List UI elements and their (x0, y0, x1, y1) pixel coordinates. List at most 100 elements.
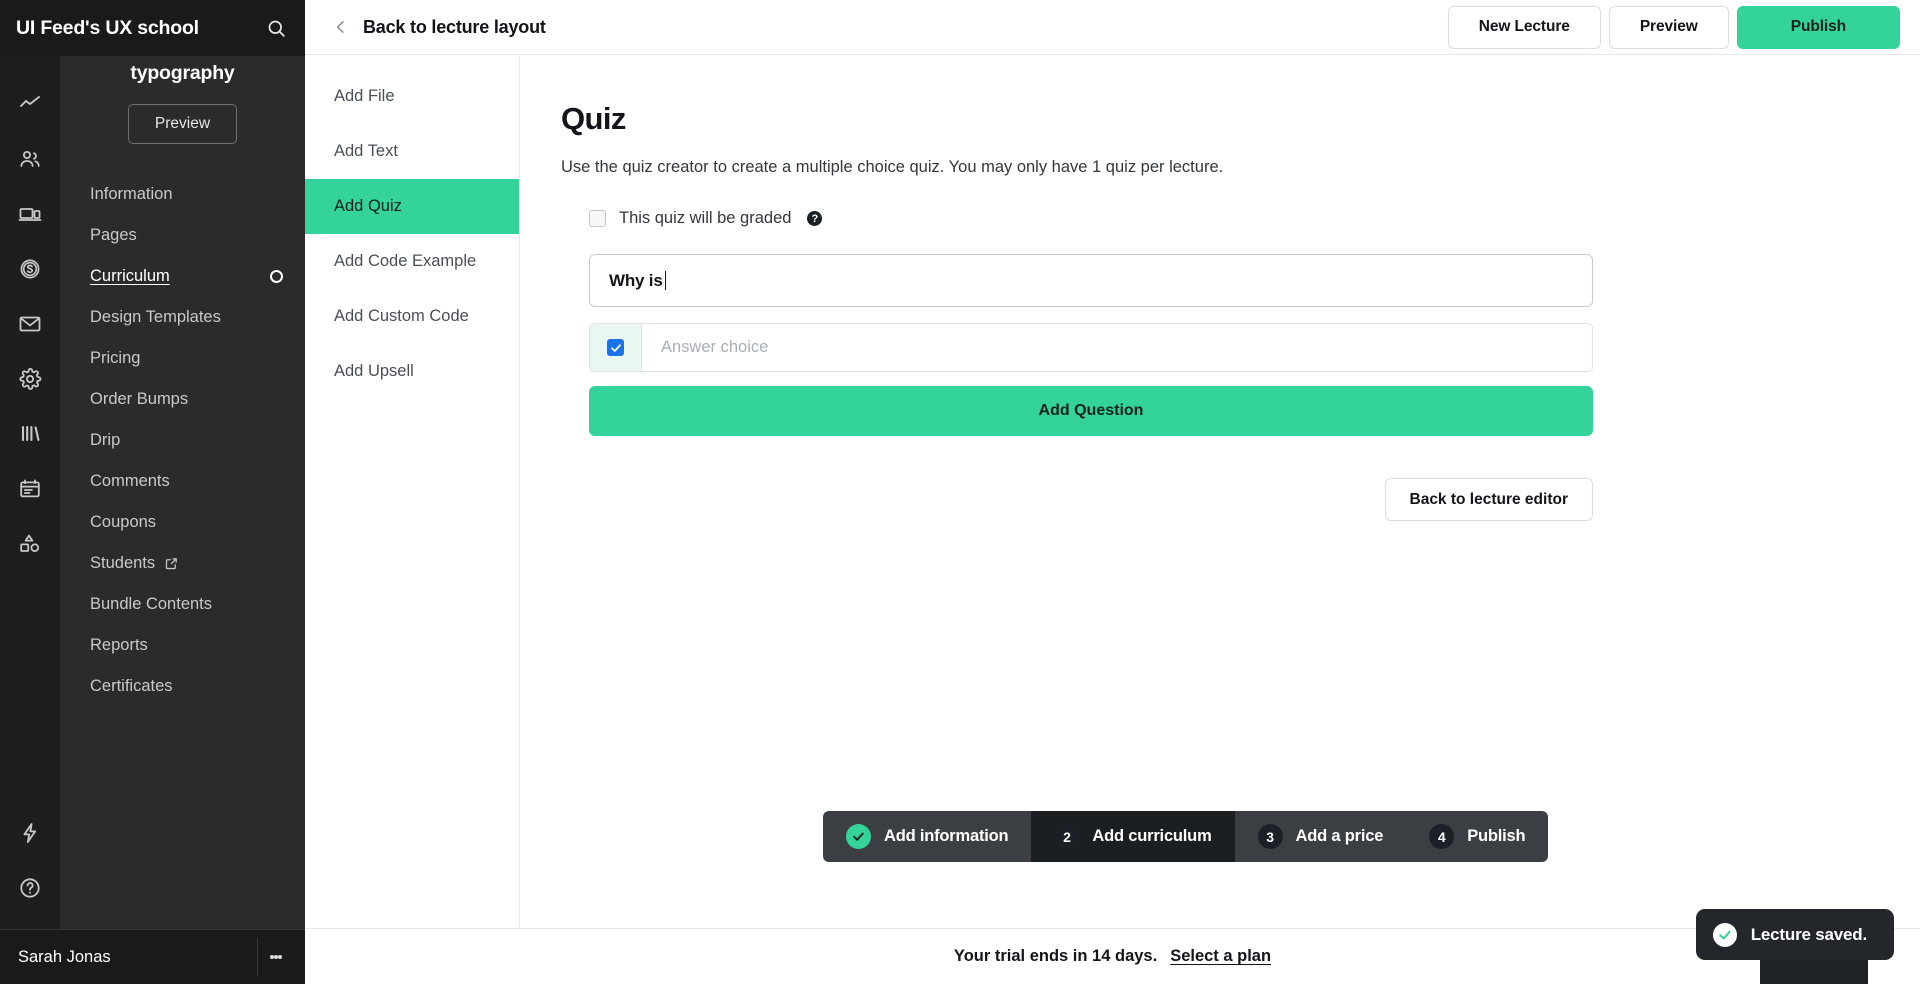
search-icon[interactable] (266, 18, 287, 39)
back-editor-wrap: Back to lecture editor (561, 478, 1593, 521)
back-to-lecture-editor-button[interactable]: Back to lecture editor (1384, 478, 1593, 521)
add-file-item[interactable]: Add File (305, 69, 519, 124)
lightning-icon[interactable] (0, 805, 60, 860)
library-icon[interactable] (0, 406, 60, 461)
sidebar-item-design-templates[interactable]: Design Templates (60, 297, 305, 338)
answer-correct-cell[interactable] (590, 324, 642, 371)
graded-checkbox[interactable] (589, 210, 606, 227)
sidebar-item-pages[interactable]: Pages (60, 215, 305, 256)
sidebar-item-label: Students (90, 553, 156, 572)
shapes-icon[interactable] (0, 516, 60, 571)
add-text-item[interactable]: Add Text (305, 124, 519, 179)
course-preview-button[interactable]: Preview (127, 103, 238, 144)
add-question-button[interactable]: Add Question (589, 386, 1593, 436)
rail-icon-list (0, 68, 60, 571)
step-add-information[interactable]: Add information (823, 811, 1031, 862)
sidebar-item-label: Coupons (90, 512, 157, 531)
main-content: Back to lecture layout New Lecture Previ… (305, 0, 1920, 984)
analytics-icon[interactable] (0, 76, 60, 131)
step-label: Add a price (1295, 827, 1384, 845)
sidebar-item-drip[interactable]: Drip (60, 420, 305, 461)
sidebar-item-label: Design Templates (90, 307, 221, 326)
course-nav: Information Pages Curriculum Design Temp… (60, 174, 305, 707)
back-link-label: Back to lecture layout (363, 16, 546, 37)
help-circle-icon[interactable] (0, 860, 60, 915)
sidebar-item-reports[interactable]: Reports (60, 625, 305, 666)
sidebar-item-curriculum[interactable]: Curriculum (60, 256, 305, 297)
question-input[interactable]: Why is (589, 254, 1593, 307)
course-setup-stepper: Add information 2 Add curriculum 3 Add a… (823, 811, 1549, 862)
trial-text: Your trial ends in 14 days. (953, 947, 1158, 965)
check-circle-icon (1712, 922, 1737, 947)
graded-row: This quiz will be graded ? (561, 209, 1864, 228)
publish-button[interactable]: Publish (1736, 5, 1900, 49)
step-label: Add information (884, 827, 1009, 845)
sidebar-item-label: Pricing (90, 348, 141, 367)
sidebar-item-students[interactable]: Students (60, 543, 305, 584)
calendar-icon[interactable] (0, 461, 60, 516)
kebab-menu-icon[interactable] (257, 938, 293, 976)
text-cursor (664, 271, 667, 290)
step-number: 3 (1257, 824, 1283, 849)
answer-choice-input[interactable] (642, 324, 1592, 371)
brand-bar: UI Feed's UX school (0, 0, 305, 56)
external-link-icon (164, 556, 179, 571)
check-icon (846, 824, 871, 849)
step-publish[interactable]: 4 Publish (1406, 811, 1548, 862)
devices-icon[interactable] (0, 186, 60, 241)
add-custom-code-item[interactable]: Add Custom Code (305, 289, 519, 344)
icon-rail (0, 0, 60, 984)
add-content-panel: Add File Add Text Add Quiz Add Code Exam… (305, 55, 520, 984)
loading-ring-icon (270, 269, 283, 283)
editor-topbar: Back to lecture layout New Lecture Previ… (305, 0, 1920, 55)
toast-notification: Lecture saved. (1695, 909, 1894, 960)
step-label: Add curriculum (1092, 827, 1212, 845)
sidebar-item-label: Pages (90, 225, 137, 244)
sidebar-item-coupons[interactable]: Coupons (60, 502, 305, 543)
sidebar-item-information[interactable]: Information (60, 174, 305, 215)
question-text: Why is (609, 270, 663, 290)
page-title: Quiz (561, 101, 626, 136)
gear-icon[interactable] (0, 351, 60, 406)
preview-button[interactable]: Preview (1608, 5, 1729, 49)
sidebar-item-label: Drip (90, 430, 121, 449)
sidebar-item-label: Curriculum (90, 266, 170, 285)
new-lecture-button[interactable]: New Lecture (1447, 5, 1601, 49)
user-bar: Sarah Jonas (0, 929, 305, 984)
user-name: Sarah Jonas (18, 947, 111, 966)
trial-banner: Your trial ends in 14 days. Select a pla… (305, 928, 1920, 984)
add-code-example-item[interactable]: Add Code Example (305, 234, 519, 289)
step-add-curriculum[interactable]: 2 Add curriculum (1031, 811, 1235, 862)
topbar-actions: New Lecture Preview Publish (1447, 5, 1900, 49)
step-number: 4 (1429, 824, 1455, 849)
sidebar-item-label: Bundle Contents (90, 594, 213, 613)
mail-icon[interactable] (0, 296, 60, 351)
back-to-lecture-layout-link[interactable]: Back to lecture layout (333, 17, 546, 38)
dollar-coin-icon[interactable] (0, 241, 60, 296)
sidebar-item-bundle-contents[interactable]: Bundle Contents (60, 584, 305, 625)
chevron-left-icon (333, 19, 349, 35)
sidebar-item-comments[interactable]: Comments (60, 461, 305, 502)
people-icon[interactable] (0, 131, 60, 186)
select-a-plan-link[interactable]: Select a plan (1170, 947, 1271, 966)
step-add-a-price[interactable]: 3 Add a price (1235, 811, 1407, 862)
app-root: UI Feed's UX school Introduction to typo… (0, 0, 1920, 984)
add-upsell-item[interactable]: Add Upsell (305, 344, 519, 399)
toast-message: Lecture saved. (1750, 924, 1867, 944)
quiz-description: Use the quiz creator to create a multipl… (561, 158, 1224, 176)
answer-correct-checkbox[interactable] (607, 339, 624, 356)
brand-title: UI Feed's UX school (16, 16, 199, 39)
add-quiz-item[interactable]: Add Quiz (305, 179, 519, 234)
sidebar-item-label: Order Bumps (90, 389, 189, 408)
sidebar-item-label: Reports (90, 635, 148, 654)
sidebar-item-pricing[interactable]: Pricing (60, 338, 305, 379)
sidebar-item-certificates[interactable]: Certificates (60, 666, 305, 707)
sidebar-item-label: Comments (90, 471, 170, 490)
sidebar-item-order-bumps[interactable]: Order Bumps (60, 379, 305, 420)
graded-label: This quiz will be graded (619, 209, 792, 227)
question-mark-icon[interactable]: ? (807, 211, 823, 226)
step-number: 2 (1054, 824, 1080, 849)
sidebar-item-label: Information (90, 184, 173, 203)
answer-choice-row (589, 323, 1593, 372)
course-sidebar: UI Feed's UX school Introduction to typo… (0, 0, 305, 984)
